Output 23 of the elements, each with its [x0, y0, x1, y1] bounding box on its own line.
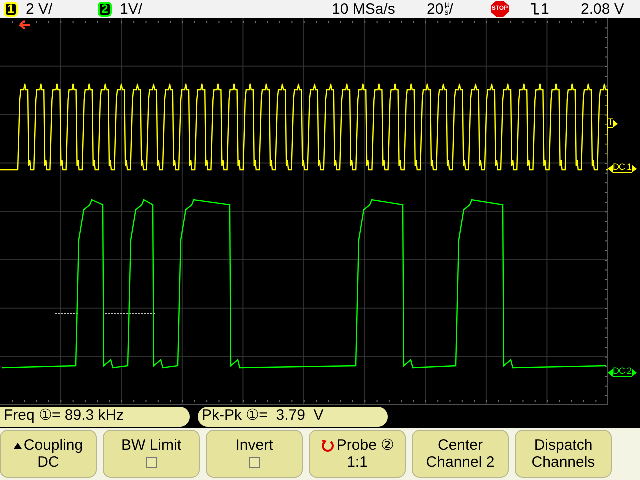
softkey[interactable]: Center Channel 2 [412, 430, 509, 478]
checkbox[interactable] [146, 457, 157, 468]
time-reference-icon [19, 20, 31, 30]
channel-scale: 1V/ [120, 2, 143, 16]
softkey[interactable]: Probe ② 1:1 [309, 430, 406, 478]
softkey[interactable]: Dispatch Channels [515, 430, 612, 478]
left-arrow-icon [608, 369, 613, 377]
falling-edge-icon [531, 3, 539, 15]
softkey[interactable]: BW Limit [103, 430, 200, 478]
rotate-icon [320, 438, 335, 452]
channel-number[interactable]: 2 [98, 2, 112, 16]
trigger-source: 1 [541, 2, 550, 16]
trigger-level: 2.08 V [581, 2, 624, 16]
channel-scale: 2 V/ [26, 2, 53, 16]
triangle-icon [14, 442, 22, 448]
softkey[interactable]: Coupling DC [0, 430, 97, 478]
softkey[interactable]: Invert [206, 430, 303, 478]
channel-number[interactable]: 1 [4, 2, 18, 16]
measurement: Pk-Pk ①= 3.79 V [198, 406, 388, 426]
left-arrow-icon [608, 165, 613, 173]
measurement: Freq ①= 89.3 kHz [0, 406, 190, 426]
checkbox[interactable] [249, 457, 260, 468]
sample-rate: 10 MSa/s [332, 2, 396, 16]
